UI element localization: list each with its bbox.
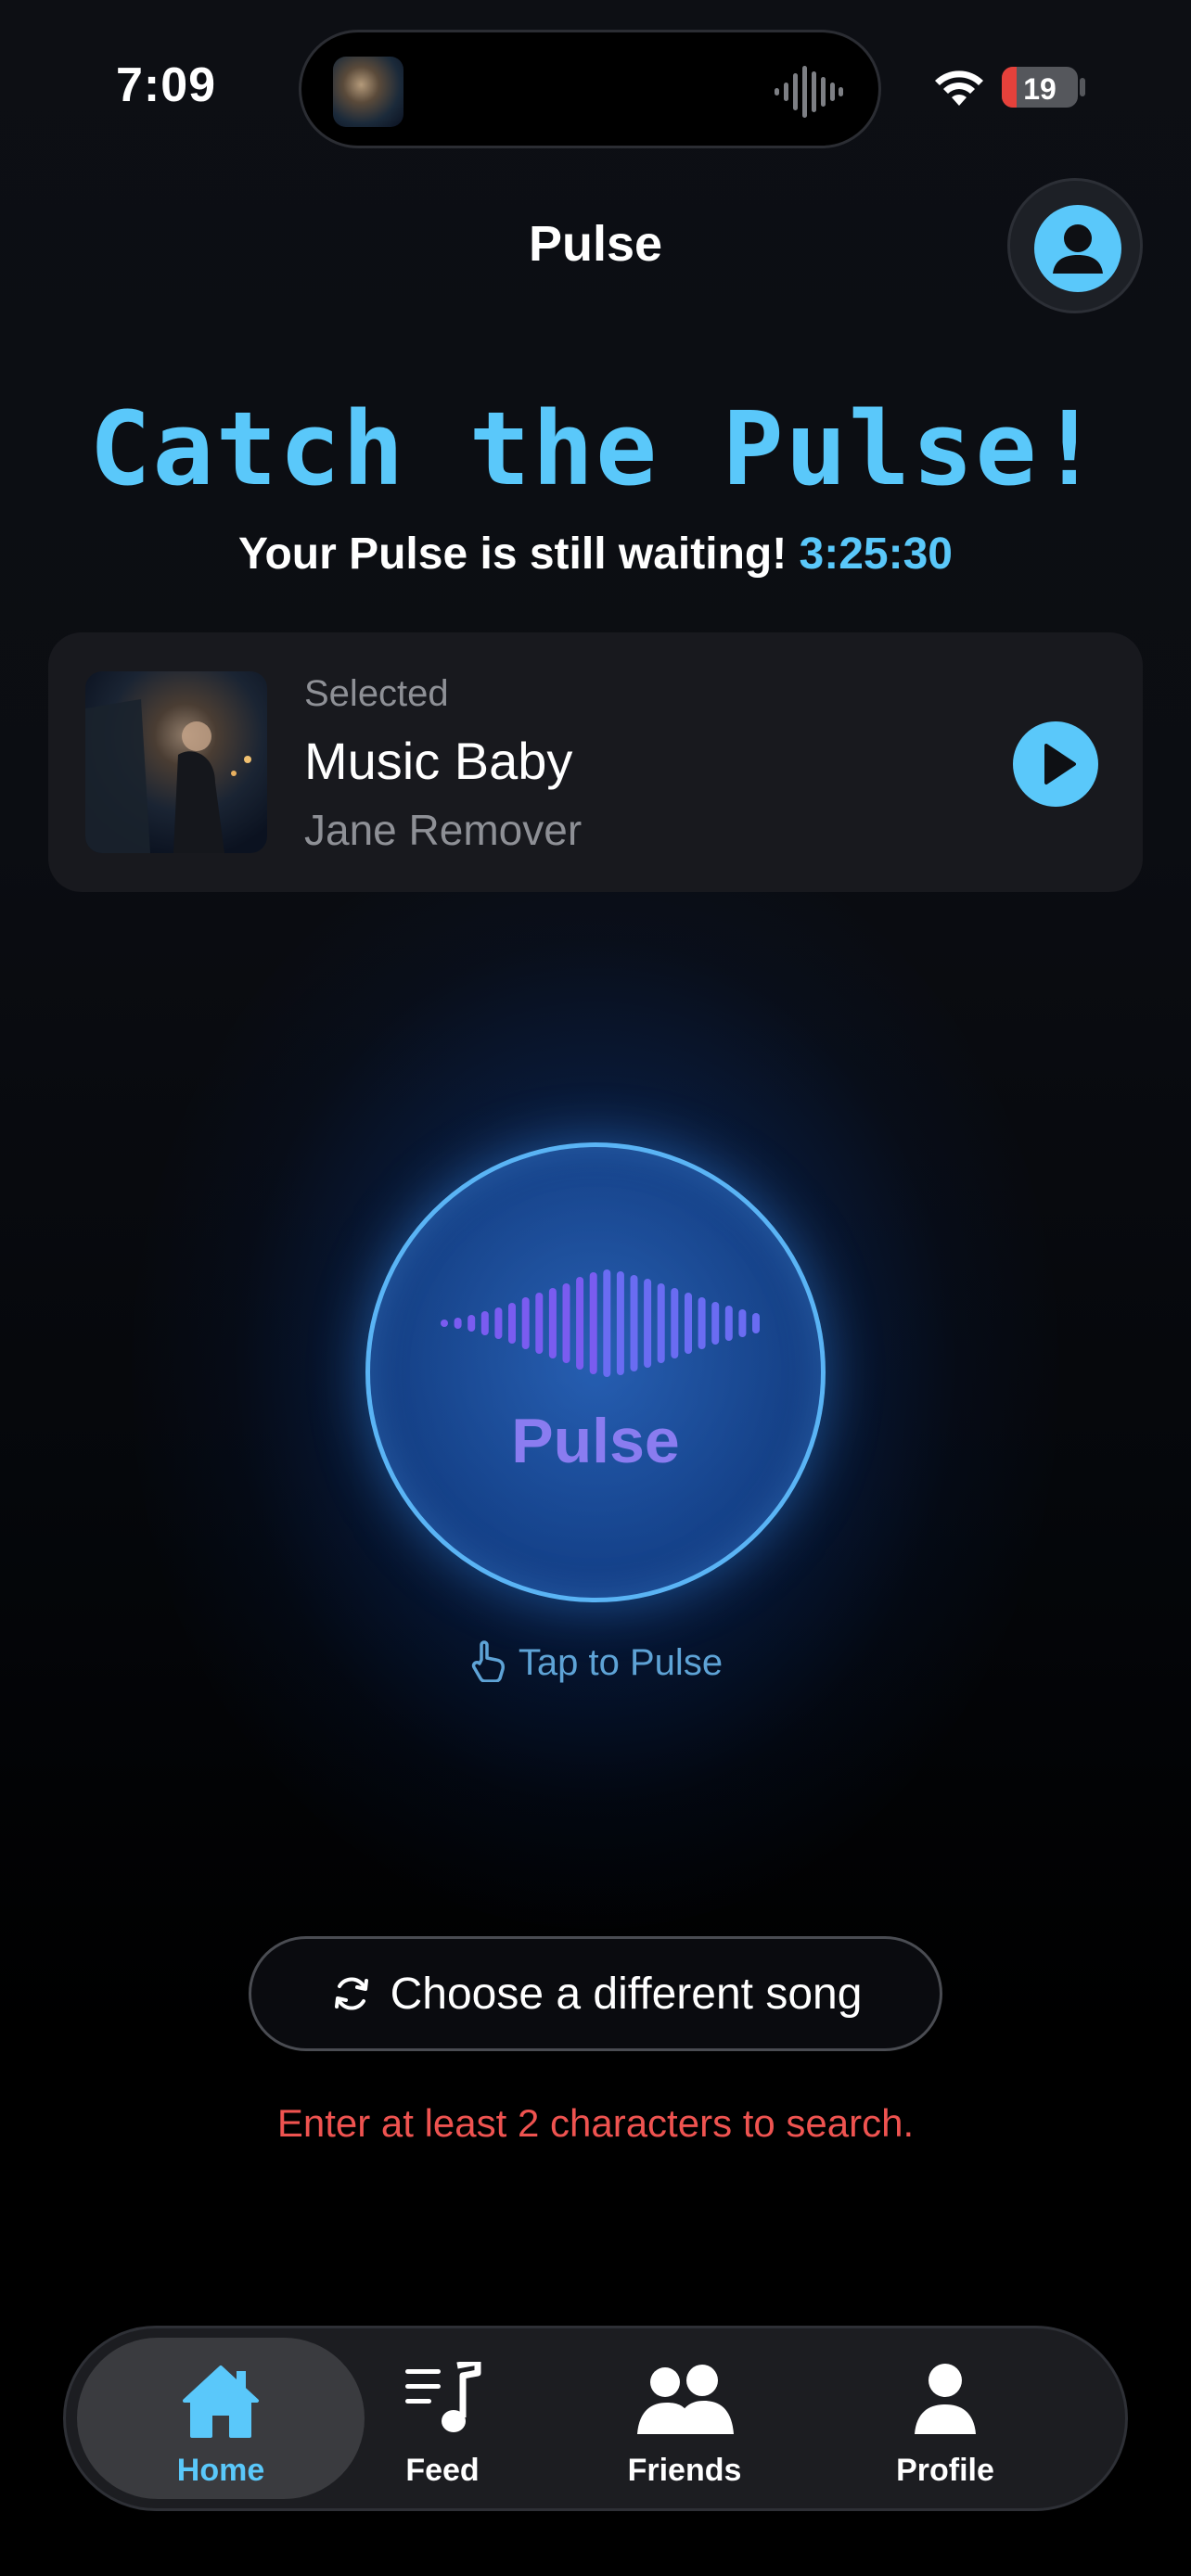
home-icon [183,2366,259,2438]
tap-hint: Tap to Pulse [0,1639,1191,1684]
choose-different-song-button[interactable]: Choose a different song [249,1936,942,2051]
refresh-icon [334,1977,368,2010]
selected-song-card[interactable]: Selected Music Baby Jane Remover [48,632,1143,892]
sound-wave-icon [441,1269,760,1377]
wave-bar [711,1302,720,1345]
tab-friends-label: Friends [627,2453,742,2488]
wave-bar [603,1269,611,1377]
wave-bar [616,1271,624,1375]
wifi-icon [935,70,983,106]
wave-bar [521,1297,530,1349]
wave-bar [467,1315,476,1332]
wave-bar [589,1272,597,1374]
play-icon [1044,744,1076,784]
album-artwork [85,671,267,853]
song-artist: Jane Remover [304,806,583,854]
battery-level-text: 19 [1023,72,1057,106]
wave-bar [480,1311,489,1335]
avatar [1034,205,1121,292]
tab-home-label: Home [176,2453,265,2488]
wave-bar [671,1288,679,1358]
dynamic-island[interactable] [299,30,881,148]
wave-bar [562,1283,570,1363]
wave-bar [685,1293,692,1354]
status-time: 7:09 [116,58,217,112]
tab-bar: Home Feed Friends Profile [63,2326,1128,2511]
wave-bar [657,1283,665,1363]
user-icon [1053,224,1103,274]
tab-profile-label: Profile [896,2453,994,2488]
now-playing-artwork [333,57,403,127]
tab-feed[interactable]: Feed [331,2338,554,2499]
pulse-button[interactable]: Pulse [365,1142,826,1602]
wave-bar [738,1309,747,1337]
choose-different-song-label: Choose a different song [390,1969,863,2019]
tab-profile[interactable]: Profile [815,2338,1075,2499]
tab-friends[interactable]: Friends [559,2338,810,2499]
tab-home[interactable]: Home [77,2338,365,2499]
tab-feed-label: Feed [405,2453,480,2488]
wave-bar [548,1288,557,1358]
album-art-image [85,699,251,853]
wave-bar [454,1318,462,1329]
friends-icon [637,2365,734,2434]
wave-bar [724,1306,733,1341]
profile-avatar-button[interactable] [1007,178,1143,313]
tap-hint-text: Tap to Pulse [518,1642,724,1683]
wave-bar [535,1293,544,1354]
audio-wave-icon [775,66,843,118]
wave-bar [576,1277,584,1370]
wave-bar [630,1275,638,1371]
battery-indicator: 19 [1002,67,1078,108]
wave-bar [698,1297,706,1349]
song-title: Music Baby [304,732,573,790]
pulse-button-label: Pulse [511,1406,680,1476]
wave-bar [644,1279,652,1368]
countdown-text: Your Pulse is still waiting! [237,529,788,579]
app-screen: 7:09 19 Pulse Catch the Pulse! Your Puls… [0,0,1191,2576]
battery-cap [1080,78,1085,96]
selected-label: Selected [304,673,449,714]
wave-bar [752,1313,760,1333]
search-error-message: Enter at least 2 characters to search. [276,2101,915,2145]
wave-bar [441,1320,448,1327]
profile-icon [915,2364,976,2434]
feed-icon [405,2362,481,2432]
countdown-line: Your Pulse is still waiting! 3:25:30 [0,529,1191,580]
play-preview-button[interactable] [1013,721,1098,807]
headline: Catch the Pulse! [89,389,1102,508]
wave-bar [494,1307,503,1339]
wave-bar [508,1303,516,1344]
tap-hand-icon [471,1640,505,1683]
countdown-timer: 3:25:30 [799,529,953,579]
